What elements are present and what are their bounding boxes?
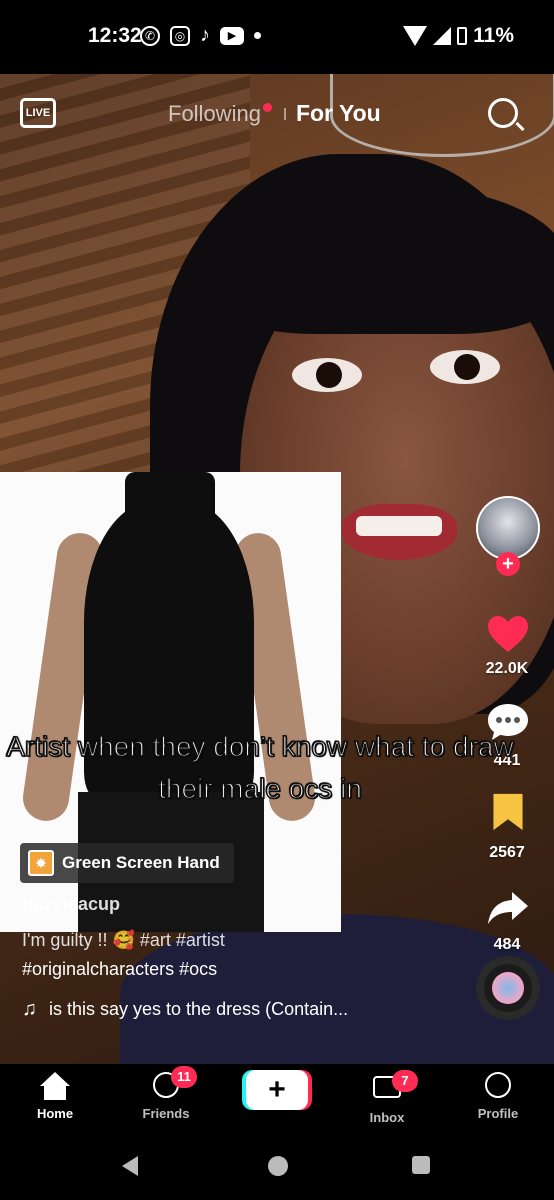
description-line-2[interactable]: #originalcharacters #ocs [22,955,462,984]
friends-badge: 11 [171,1066,197,1088]
more-notifications-icon [254,32,261,39]
heart-icon[interactable] [486,614,530,654]
nav-home-label: Home [36,1106,74,1121]
wifi-icon [403,26,428,46]
creator-username[interactable]: hazyteacup [22,894,120,915]
tiktok-icon: ♪ [200,24,210,46]
video-description: I'm guilty !! 🥰 #art #artist #originalch… [22,926,462,984]
tab-divider [283,107,286,120]
nav-profile[interactable]: Profile [453,1072,543,1121]
battery-percent: 11% [473,24,514,47]
nav-inbox[interactable]: 7 Inbox [342,1070,432,1125]
status-bar: 12:32 ✆ ◎ ♪ ▶ 11% [0,0,554,74]
live-button[interactable]: LIVE [20,98,56,128]
description-line-1: I'm guilty !! 🥰 #art #artist [22,930,225,950]
effect-label: Green Screen Hand [62,853,220,872]
sound-disc[interactable] [476,956,540,1020]
back-icon[interactable] [122,1156,138,1176]
tab-for-you[interactable]: For You [296,100,381,127]
home-button-icon[interactable] [268,1156,288,1176]
nav-home[interactable]: Home [10,1072,100,1121]
teeth [356,516,442,536]
nav-inbox-label: Inbox [369,1110,405,1125]
share-count: 484 [493,936,521,953]
signal-icon [433,27,452,45]
effect-tag[interactable]: ✸ Green Screen Hand [20,843,234,883]
home-icon [40,1072,70,1102]
nav-profile-label: Profile [477,1106,519,1121]
profile-icon [483,1072,513,1102]
create-button[interactable]: + [246,1070,308,1110]
tab-following[interactable]: Following [168,101,261,127]
system-status: 11% [403,24,514,48]
nav-friends-label: Friends [142,1106,190,1121]
follow-button[interactable]: + [496,552,520,576]
nav-friends[interactable]: 11 Friends [121,1066,211,1121]
battery-icon [457,27,468,45]
whatsapp-icon: ✆ [140,25,160,46]
like-count: 22.0K [485,660,529,677]
instagram-icon: ◎ [170,25,190,46]
inbox-icon: 7 [372,1070,418,1106]
status-time: 12:32 [88,24,142,47]
left-eye [292,358,362,392]
creator-avatar[interactable] [476,496,540,560]
feed-tabs: Following For You [168,100,381,127]
sound-link[interactable]: ♫ is this say yes to the dress (Contain.… [22,998,348,1021]
video-overlay-text: Artist when they don’t know what to draw… [6,730,515,805]
search-icon[interactable] [488,98,518,128]
youtube-icon: ▶ [220,26,244,45]
inbox-badge: 7 [392,1070,418,1092]
system-nav-bar [0,1136,554,1200]
notification-icons: ✆ ◎ ♪ ▶ [140,24,261,47]
sound-title: is this say yes to the dress (Contain... [49,999,349,1019]
music-note-icon: ♫ [22,998,37,1020]
right-eye [430,350,500,384]
person-bangs [205,184,554,334]
effect-icon: ✸ [28,850,54,876]
following-new-dot [262,103,272,112]
recents-icon[interactable] [412,1156,430,1174]
share-icon[interactable] [486,888,530,928]
friends-icon: 11 [151,1066,197,1102]
save-count: 2567 [489,844,525,861]
